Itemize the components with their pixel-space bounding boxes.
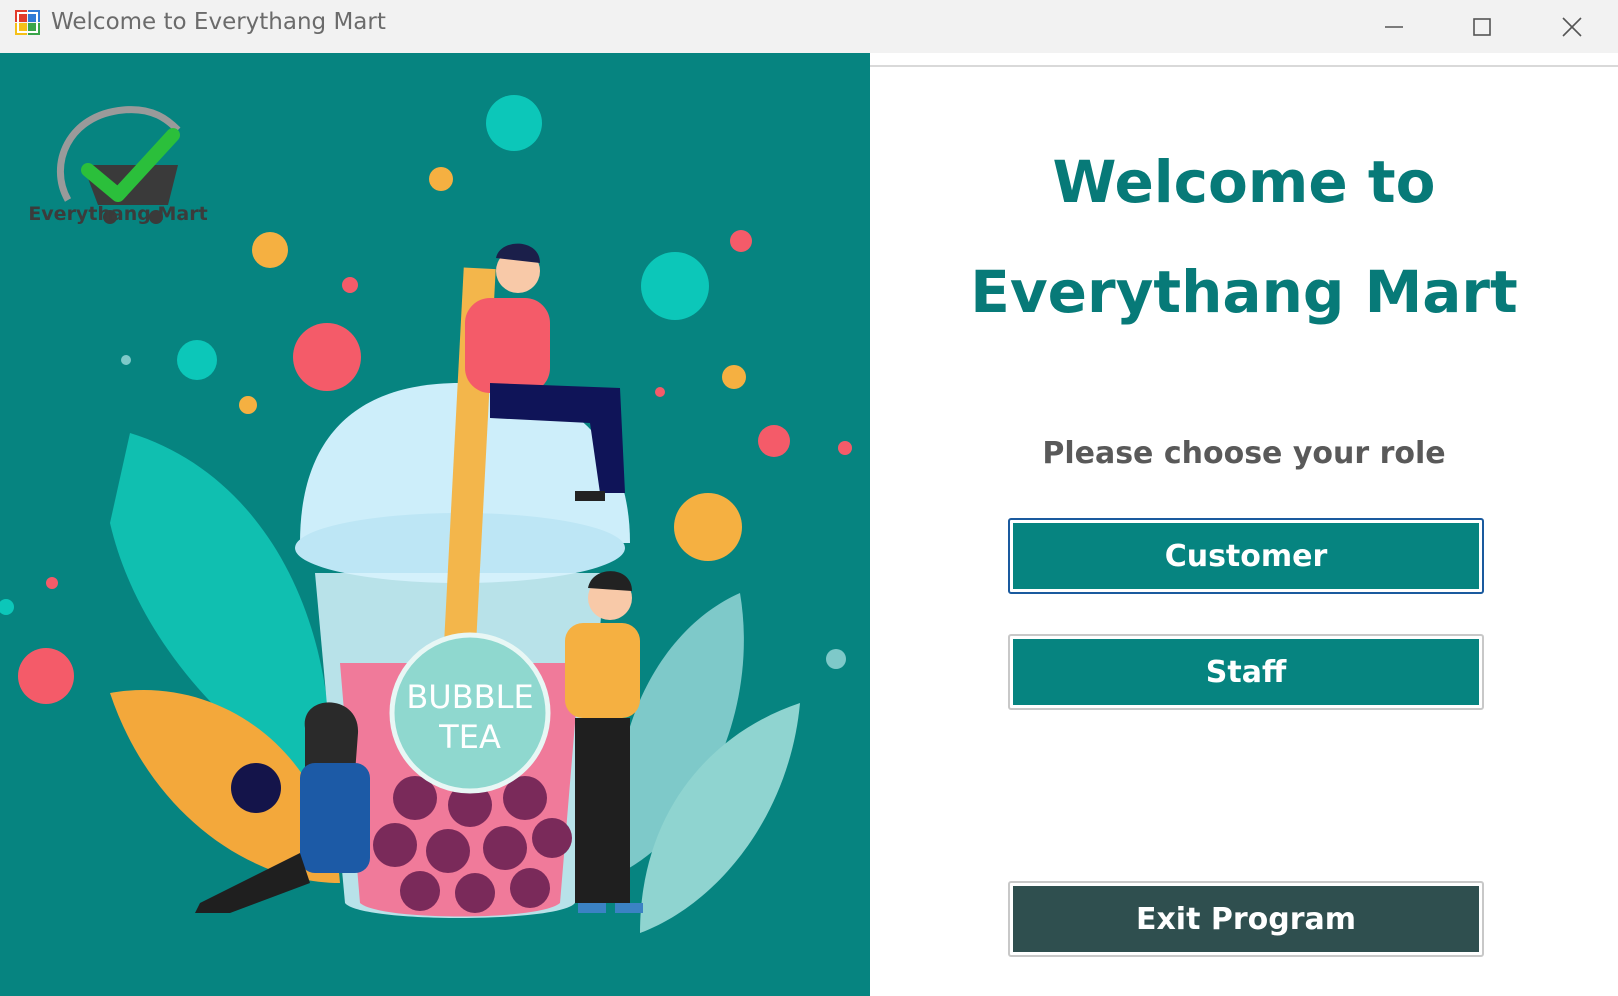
bubble-dot [486,95,542,151]
illustration-panel: BUBBLE TEA Everythang Mart [0,53,870,996]
customer-button[interactable]: Customer [1008,518,1484,594]
window-title-bar[interactable]: Welcome to Everythang Mart [0,0,1618,53]
welcome-heading-line2: Everythang Mart [970,258,1518,326]
window-title: Welcome to Everythang Mart [51,9,386,35]
cup-label-line1: BUBBLE [406,678,533,716]
welcome-heading-line1: Welcome to [1052,148,1436,216]
customer-button-label: Customer [1013,523,1479,589]
cup-label-line2: TEA [438,718,501,756]
staff-button-label: Staff [1013,639,1479,705]
minimize-button[interactable] [1350,0,1438,53]
close-icon [1562,16,1582,37]
divider [870,65,1618,67]
role-prompt: Please choose your role [1042,436,1446,471]
minimize-icon [1385,25,1403,28]
staff-button[interactable]: Staff [1008,634,1484,710]
logo-text: Everythang Mart [28,203,208,225]
maximize-button[interactable] [1438,0,1526,53]
exit-program-button-label: Exit Program [1013,886,1479,952]
close-button[interactable] [1528,0,1616,53]
maximize-icon [1473,17,1491,36]
app-icon [15,10,40,35]
exit-program-button[interactable]: Exit Program [1008,881,1484,957]
